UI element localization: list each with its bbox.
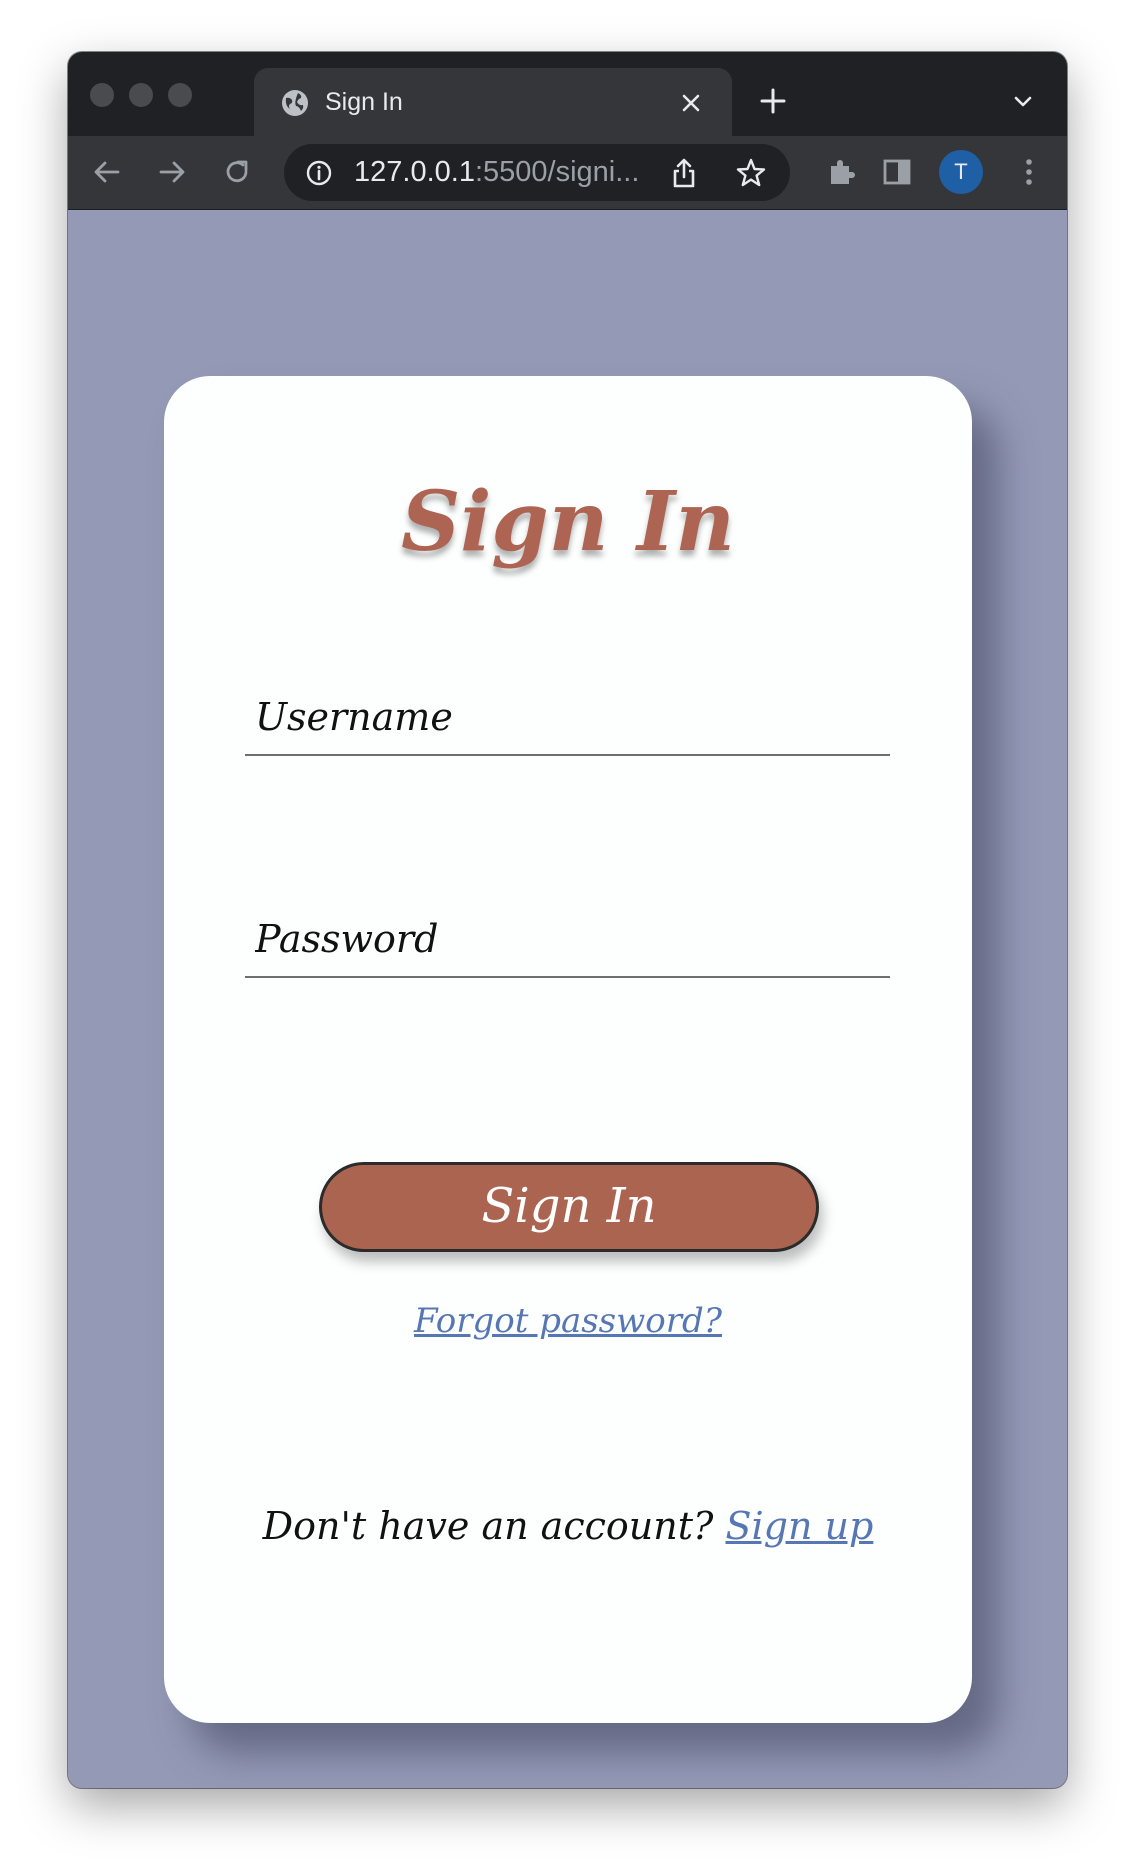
forward-arrow-icon[interactable]	[154, 154, 190, 190]
bookmark-star-icon[interactable]	[734, 156, 768, 190]
forgot-password-link[interactable]: Forgot password?	[414, 1301, 722, 1341]
site-info-icon[interactable]	[304, 158, 334, 188]
sign-in-button[interactable]: Sign In	[319, 1162, 819, 1252]
close-tab-icon[interactable]	[674, 86, 708, 120]
page-viewport: Sign In Sign In Forgot password? Don't h…	[68, 210, 1067, 1788]
username-field-wrapper	[245, 680, 890, 756]
profile-avatar[interactable]: T	[939, 150, 983, 194]
tab-sign-in[interactable]: Sign In	[254, 68, 732, 136]
password-field-wrapper	[245, 902, 890, 978]
url-path: :5500/signi...	[474, 156, 640, 188]
globe-icon	[282, 90, 308, 116]
address-bar[interactable]: 127.0.0.1:5500/signi...	[284, 144, 790, 201]
new-tab-icon[interactable]	[756, 84, 790, 118]
tab-strip: Sign In	[68, 52, 1067, 136]
minimize-window-dot[interactable]	[129, 83, 153, 107]
reload-icon[interactable]	[219, 154, 255, 190]
extensions-puzzle-icon[interactable]	[823, 154, 859, 190]
share-icon[interactable]	[668, 156, 700, 190]
sign-up-link[interactable]: Sign up	[725, 1504, 873, 1548]
signup-prompt-line: Don't have an account? Sign up	[164, 1498, 972, 1554]
tab-title: Sign In	[325, 88, 403, 116]
password-input[interactable]	[245, 902, 890, 976]
maximize-window-dot[interactable]	[168, 83, 192, 107]
page-title: Sign In	[401, 474, 735, 570]
side-panel-icon[interactable]	[879, 154, 915, 190]
close-window-dot[interactable]	[90, 83, 114, 107]
browser-toolbar: 127.0.0.1:5500/signi... T	[68, 136, 1067, 210]
more-menu-icon[interactable]	[1011, 154, 1047, 190]
url-host: 127.0.0.1	[354, 156, 475, 188]
browser-window: Sign In 127.0.0.1:5500/signi... T Sign I…	[68, 52, 1067, 1788]
url-text[interactable]: 127.0.0.1:5500/signi...	[354, 154, 639, 191]
username-input[interactable]	[245, 680, 890, 754]
sign-in-card: Sign In Sign In Forgot password? Don't h…	[164, 376, 972, 1723]
forgot-password-container: Forgot password?	[164, 1296, 972, 1346]
chevron-down-icon[interactable]	[1008, 86, 1038, 116]
back-arrow-icon[interactable]	[89, 154, 125, 190]
signup-prompt-text: Don't have an account?	[262, 1504, 714, 1548]
